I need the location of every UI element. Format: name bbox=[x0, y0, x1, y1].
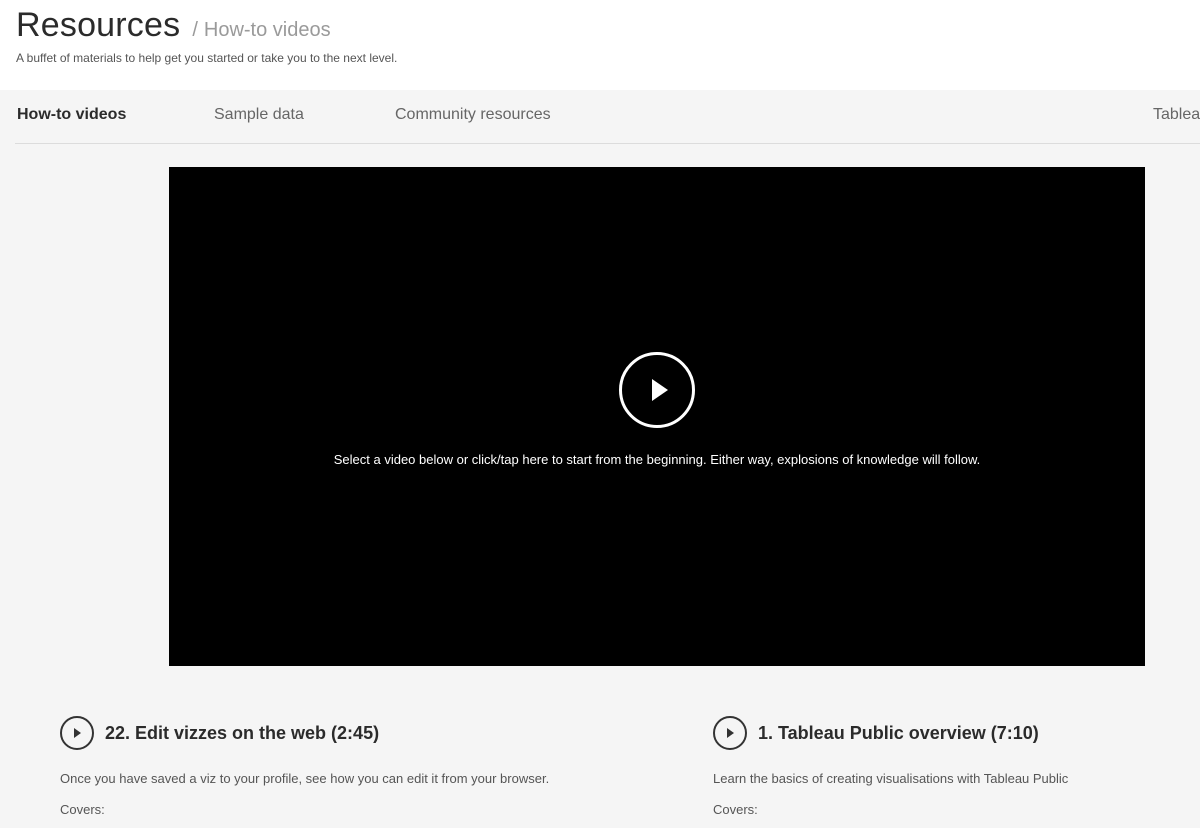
video-card: 1. Tableau Public overview (7:10) Learn … bbox=[713, 716, 1068, 817]
video-description: Learn the basics of creating visualisati… bbox=[713, 771, 1069, 786]
video-covers-label: Covers: bbox=[713, 802, 758, 817]
play-icon[interactable] bbox=[60, 716, 94, 750]
play-circle-icon[interactable] bbox=[619, 352, 695, 428]
video-caption: Select a video below or click/tap here t… bbox=[333, 452, 981, 467]
tab-how-to-videos[interactable]: How-to videos bbox=[17, 106, 126, 124]
video-card: 22. Edit vizzes on the web (2:45) Once y… bbox=[60, 716, 549, 817]
page-subtitle: A buffet of materials to help get you st… bbox=[16, 51, 398, 65]
video-title[interactable]: 1. Tableau Public overview (7:10) bbox=[758, 723, 1039, 744]
resource-tabs: How-to videos Sample data Community reso… bbox=[15, 90, 1200, 144]
video-description: Once you have saved a viz to your profil… bbox=[60, 771, 550, 786]
video-card-header[interactable]: 22. Edit vizzes on the web (2:45) bbox=[60, 716, 549, 750]
play-icon[interactable] bbox=[713, 716, 747, 750]
page-title: Resources bbox=[16, 6, 181, 44]
video-title[interactable]: 22. Edit vizzes on the web (2:45) bbox=[105, 723, 379, 744]
video-covers-label: Covers: bbox=[60, 802, 105, 817]
video-card-header[interactable]: 1. Tableau Public overview (7:10) bbox=[713, 716, 1068, 750]
page-header: Resources / How-to videos A buffet of ma… bbox=[0, 0, 1200, 90]
title-row: Resources / How-to videos bbox=[16, 6, 331, 45]
breadcrumb-separator: / bbox=[192, 19, 198, 41]
breadcrumb-current: How-to videos bbox=[203, 19, 331, 41]
tab-sample-data[interactable]: Sample data bbox=[214, 106, 304, 124]
tab-community-resources[interactable]: Community resources bbox=[395, 106, 551, 124]
tab-tableau[interactable]: Tableau bbox=[1153, 106, 1200, 124]
video-player[interactable]: Select a video below or click/tap here t… bbox=[169, 167, 1145, 666]
